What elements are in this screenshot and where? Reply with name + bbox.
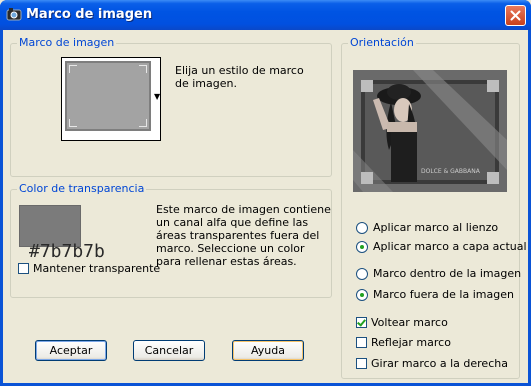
frame-corner-icon	[69, 119, 77, 127]
app-icon	[6, 8, 22, 21]
keep-transparent-label: Mantener transparente	[33, 262, 161, 275]
orientation-group-title: Orientación	[348, 36, 416, 49]
radio-frame-inside-label: Marco dentro de la imagen	[373, 267, 522, 280]
rotate-frame-box[interactable]	[356, 358, 367, 369]
transparency-group-title: Color de transparencia	[17, 182, 147, 195]
help-button[interactable]: Ayuda	[232, 340, 304, 361]
rotate-frame-checkbox[interactable]: Girar marco a la derecha	[356, 357, 508, 370]
radio-apply-layer-label: Aplicar marco a capa actual	[373, 240, 527, 253]
frame-group-title: Marco de imagen	[17, 36, 117, 49]
preview-watermark: DOLCE & GABBANA	[421, 168, 480, 175]
frame-preview-image: DOLCE & GABBANA	[353, 70, 507, 192]
window-title: Marco de imagen	[26, 7, 153, 22]
mirror-frame-box[interactable]	[356, 337, 367, 348]
keep-transparent-checkbox[interactable]: Mantener transparente	[18, 262, 160, 275]
keep-transparent-box[interactable]	[18, 263, 29, 274]
dialog-client-area: Marco de imagen ▼ Elija un estilo de mar…	[3, 30, 528, 383]
close-button[interactable]	[505, 5, 526, 26]
radio-frame-inside-circle[interactable]	[356, 267, 368, 280]
ok-button[interactable]: Aceptar	[35, 340, 107, 361]
dropdown-arrow-icon[interactable]: ▼	[154, 92, 160, 101]
mirror-frame-label: Reflejar marco	[371, 336, 451, 349]
dialog-window: Marco de imagen Marco de imagen ▼ Elija …	[0, 0, 531, 386]
rotate-frame-label: Girar marco a la derecha	[371, 357, 508, 370]
mirror-frame-checkbox[interactable]: Reflejar marco	[356, 336, 451, 349]
frame-style-picker[interactable]: ▼	[61, 57, 161, 141]
frame-description: Elija un estilo de marco de imagen.	[175, 64, 304, 90]
radio-apply-canvas[interactable]: Aplicar marco al lienzo	[356, 221, 498, 234]
transparency-description: Este marco de imagen contiene un canal a…	[156, 203, 331, 268]
cancel-button[interactable]: Cancelar	[133, 340, 205, 361]
color-hex-value: #7b7b7b	[29, 241, 105, 262]
radio-apply-layer-circle[interactable]	[356, 240, 368, 253]
frame-thumbnail	[65, 61, 151, 131]
radio-frame-inside[interactable]: Marco dentro de la imagen	[356, 267, 521, 280]
radio-apply-canvas-label: Aplicar marco al lienzo	[373, 221, 499, 234]
frame-corner-icon	[139, 119, 147, 127]
close-icon	[510, 10, 521, 21]
flip-frame-label: Voltear marco	[371, 316, 448, 329]
radio-apply-canvas-circle[interactable]	[356, 221, 368, 234]
radio-apply-layer[interactable]: Aplicar marco a capa actual	[356, 240, 527, 253]
flip-frame-checkbox[interactable]: Voltear marco	[356, 316, 448, 329]
radio-frame-outside-label: Marco fuera de la imagen	[373, 288, 514, 301]
frame-style-group: Marco de imagen ▼ Elija un estilo de mar…	[10, 36, 332, 177]
title-bar[interactable]: Marco de imagen	[0, 0, 531, 30]
flip-frame-box[interactable]	[356, 317, 367, 328]
radio-frame-outside[interactable]: Marco fuera de la imagen	[356, 288, 514, 301]
frame-corner-icon	[139, 65, 147, 73]
radio-frame-outside-circle[interactable]	[356, 288, 368, 301]
frame-corner-icon	[69, 65, 77, 73]
